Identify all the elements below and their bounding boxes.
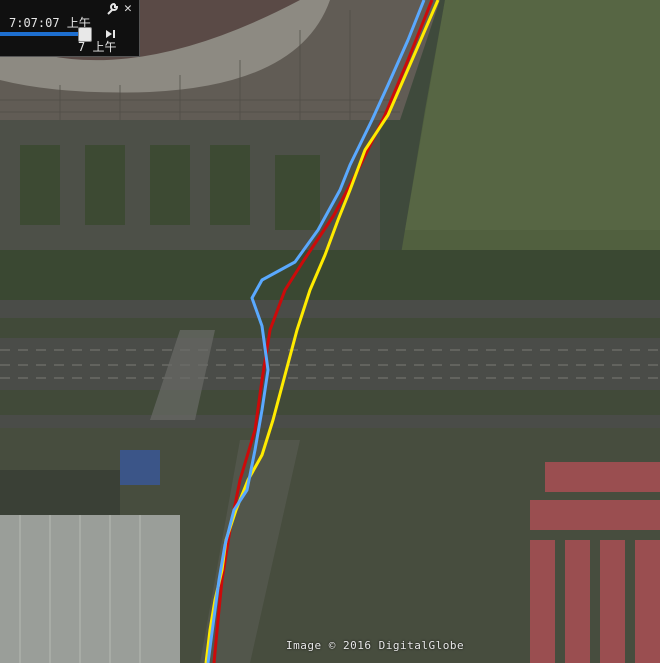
gps-tracks (204, 0, 440, 663)
track-yellow[interactable] (204, 0, 440, 663)
wrench-icon[interactable] (105, 2, 119, 16)
end-time-label: 7 上午 (78, 40, 117, 54)
satellite-map[interactable]: ✕ 7:07:07 上午 7 上午 Image © 2016 DigitalGl… (0, 0, 660, 663)
track-red[interactable] (212, 0, 434, 663)
time-slider-track[interactable] (0, 32, 84, 36)
imagery-credit: Image © 2016 DigitalGlobe (286, 639, 465, 652)
close-icon[interactable]: ✕ (124, 1, 132, 16)
time-slider-panel: ✕ 7:07:07 上午 7 上午 (0, 0, 140, 57)
